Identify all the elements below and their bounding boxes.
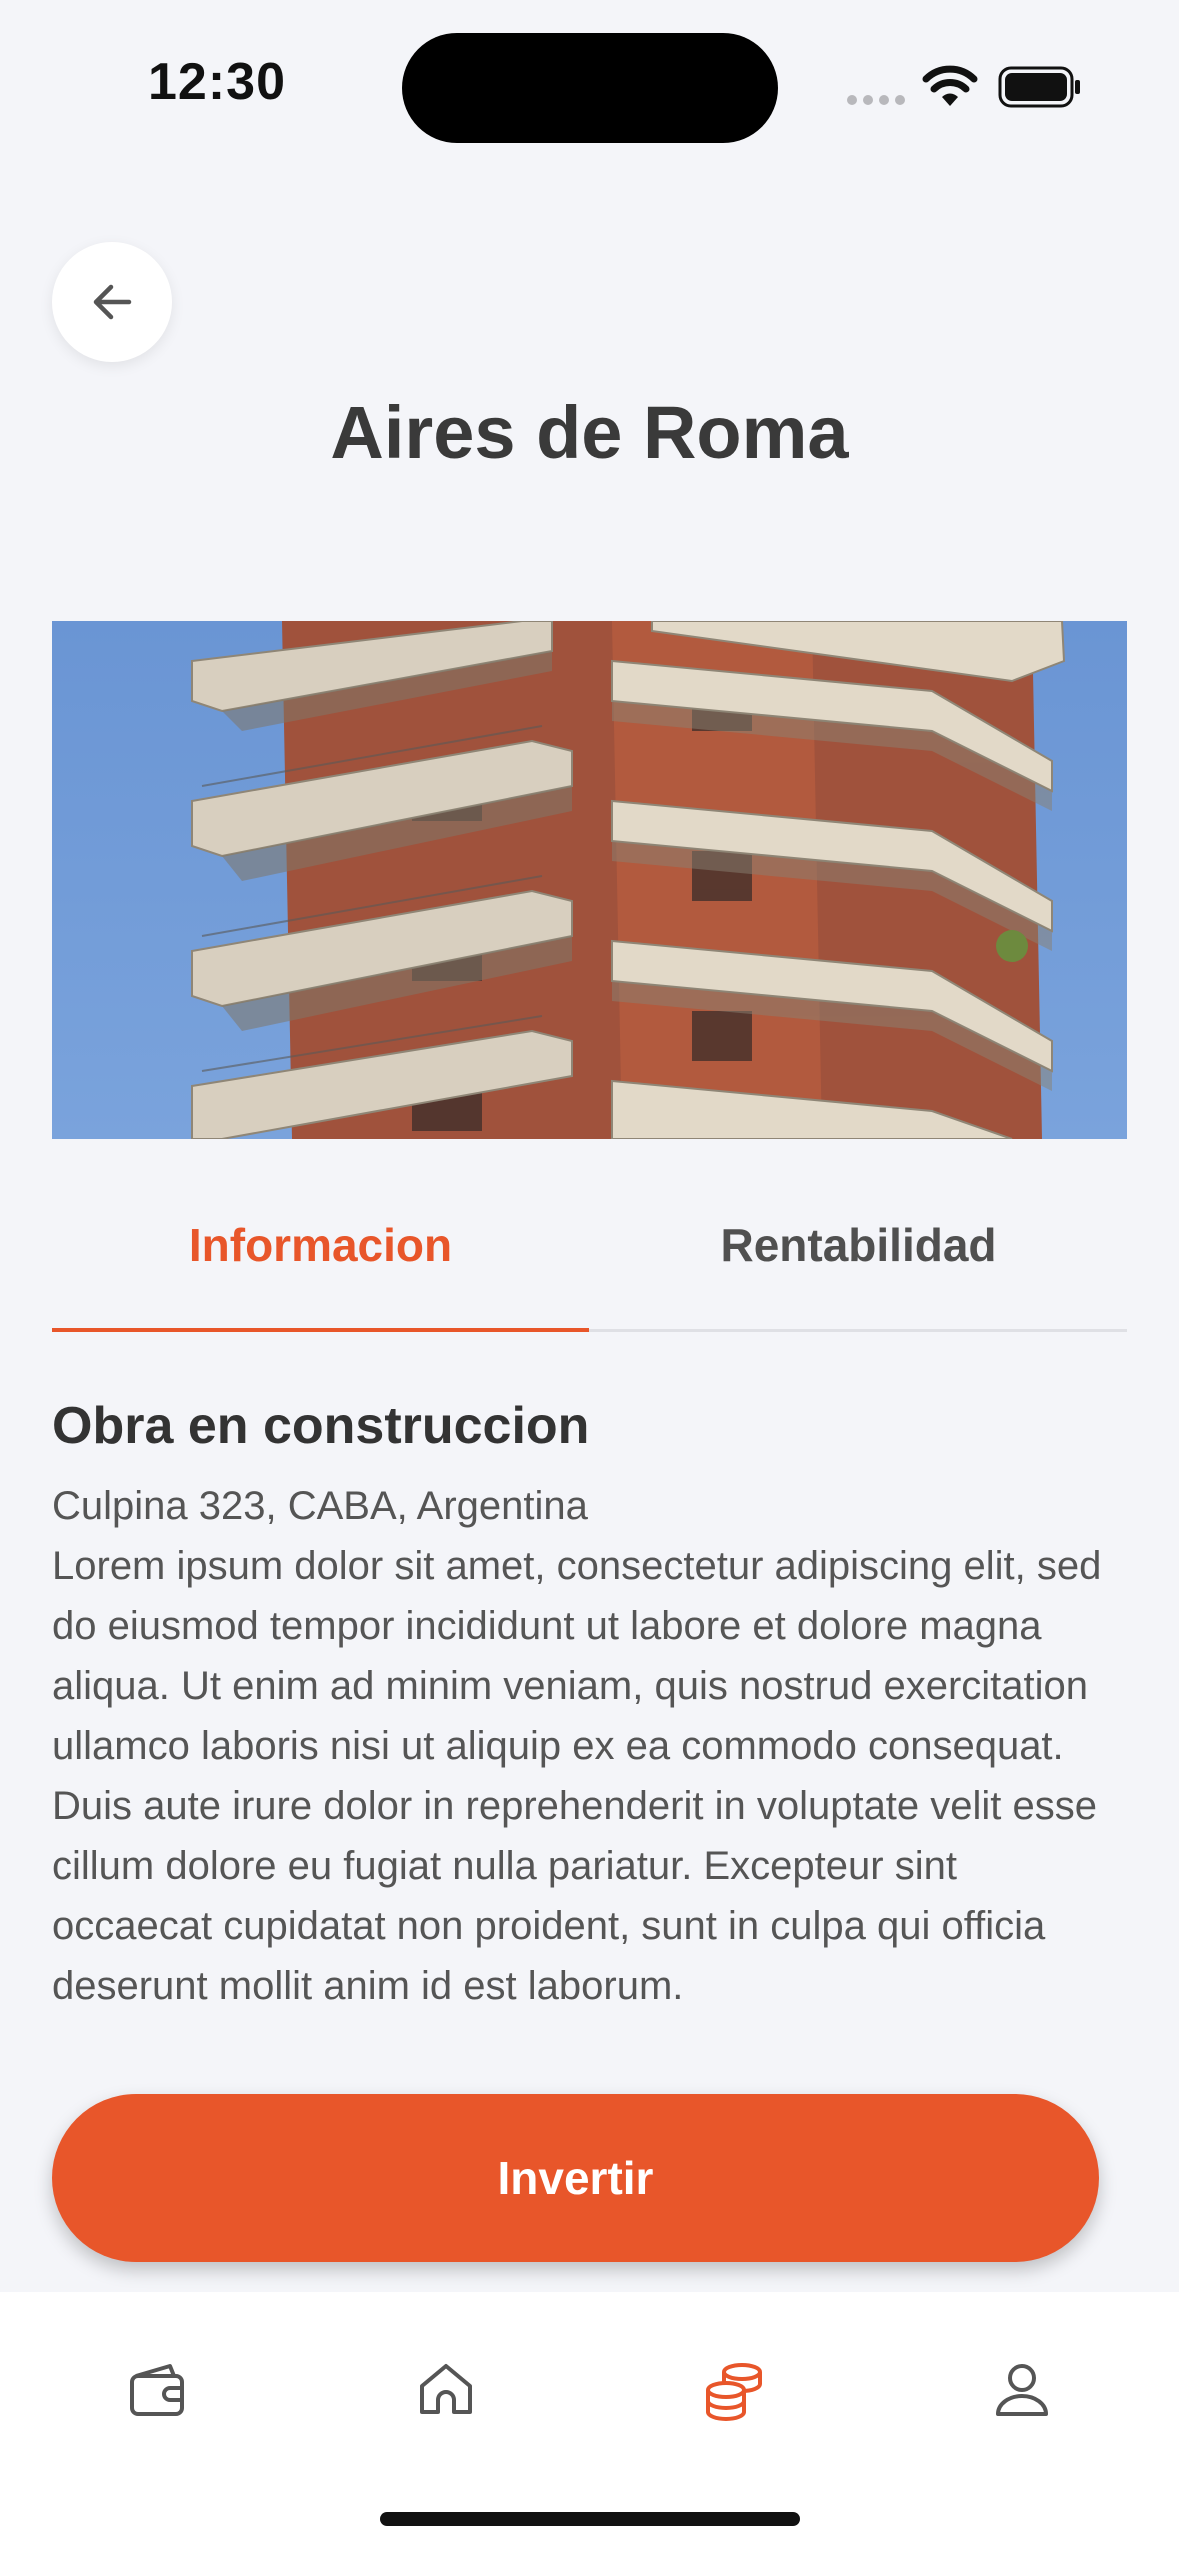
home-icon: [420, 2364, 472, 2414]
invest-button[interactable]: Invertir: [52, 2094, 1099, 2262]
nav-item-profile[interactable]: [962, 2340, 1082, 2440]
property-description: Lorem ipsum dolor sit amet, consectetur …: [52, 1544, 1102, 2008]
nav-item-wallet[interactable]: [98, 2340, 218, 2440]
battery-icon: [998, 66, 1080, 108]
dynamic-island: [402, 33, 778, 143]
page-title: Aires de Roma: [330, 391, 849, 474]
property-address: Culpina 323, CABA, Argentina: [52, 1484, 588, 1528]
signal-icon: [847, 95, 905, 105]
status-time: 12:30: [148, 53, 286, 111]
arrow-left-icon: [93, 284, 132, 320]
section-title: Obra en construccion: [52, 1397, 590, 1455]
nav-item-invest[interactable]: [674, 2340, 794, 2440]
tab-bar: Informacion Rentabilidad: [52, 1160, 1127, 1332]
info-content: Obra en construccion Culpina 323, CABA, …: [52, 1390, 1127, 2035]
tab-rentabilidad[interactable]: Rentabilidad: [590, 1160, 1127, 1330]
active-tab-indicator: [52, 1328, 589, 1332]
nav-item-home[interactable]: [386, 2340, 506, 2440]
wifi-icon: [922, 65, 978, 106]
back-button[interactable]: [52, 242, 172, 362]
home-indicator: [380, 2512, 800, 2526]
property-image: [52, 621, 1127, 1139]
tab-informacion[interactable]: Informacion: [52, 1160, 589, 1330]
coins-icon: [706, 2363, 762, 2421]
status-bar: 12:30: [0, 0, 1179, 175]
user-icon: [996, 2364, 1048, 2416]
wallet-icon: [130, 2364, 184, 2416]
